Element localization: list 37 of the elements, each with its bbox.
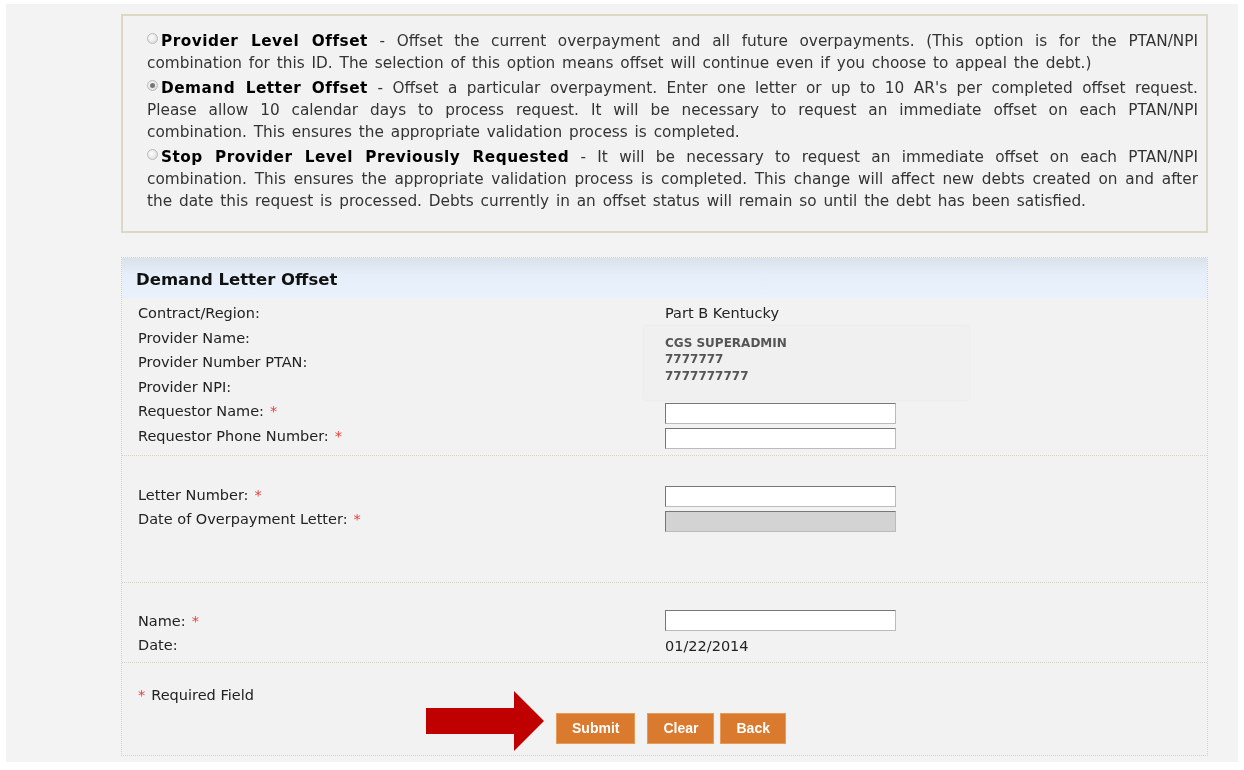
- field-value: 01/22/2014: [665, 636, 750, 656]
- required-mark: *: [334, 427, 342, 444]
- form-header: Demand Letter Offset: [122, 258, 1207, 298]
- required-mark: *: [254, 486, 262, 503]
- field-label: Letter Number:: [138, 486, 249, 503]
- required-mark: *: [138, 687, 146, 703]
- required-note: Required Field: [151, 687, 254, 703]
- field-label: Provider Name:: [138, 329, 250, 346]
- required-mark: *: [353, 511, 361, 527]
- field-label: Provider Number PTAN:: [138, 354, 308, 370]
- input-field[interactable]: [665, 609, 896, 631]
- input-field[interactable]: [665, 485, 896, 507]
- field-label: Provider NPI:: [138, 378, 232, 395]
- radio-button[interactable]: [147, 149, 158, 160]
- field-label: Contract/Region:: [138, 305, 260, 321]
- option-description: Provider Level Offset - Offset the current overpayment and all future overpayments. (This option is for the PTAN/NPI combination for this ID. The selection of this option means offset will continue even if you choose to appeal the debt.): [147, 31, 1198, 74]
- field-label: Name:: [138, 612, 186, 629]
- field-label: Requestor Phone Number:: [138, 427, 329, 444]
- input-field[interactable]: [665, 402, 896, 424]
- provider-value: CGS SUPERADMIN: [665, 334, 788, 351]
- input-field[interactable]: [665, 427, 896, 449]
- form-button[interactable]: Clear: [647, 712, 715, 744]
- option-description: Stop Provider Level Previously Requested - It will be necessary to request an immediate offset on each PTAN/NPI combination. This ensures the appropriate validation process is completed. This change will affect new debts created on and after the date this request is processed. Debts currently in an offset status will remain so until the debt has been satisfied.: [147, 147, 1198, 212]
- form-button[interactable]: Back: [720, 712, 786, 744]
- radio-button[interactable]: [147, 33, 158, 44]
- field-label: Date of Overpayment Letter:: [138, 511, 348, 527]
- option-description: Demand Letter Offset - Offset a particular overpayment. Enter one letter or up to 10 AR's per completed offset request. Please allow 10 calendar days to process request. It will be necessary to request an immediate offset on each PTAN/NPI combination. This ensures the appropriate validation process is completed.: [147, 78, 1198, 143]
- form-button[interactable]: Submit: [556, 712, 636, 744]
- required-mark: *: [270, 403, 278, 419]
- arrow-icon: [426, 691, 544, 751]
- radio-button[interactable]: [147, 80, 158, 91]
- provider-value: 7777777: [665, 351, 725, 368]
- field-value: Part B Kentucky: [665, 304, 780, 323]
- field-label: Requestor Name:: [138, 403, 264, 419]
- field-label: Date:: [138, 637, 178, 653]
- required-mark: *: [191, 612, 199, 629]
- provider-value: 7777777777: [665, 367, 750, 384]
